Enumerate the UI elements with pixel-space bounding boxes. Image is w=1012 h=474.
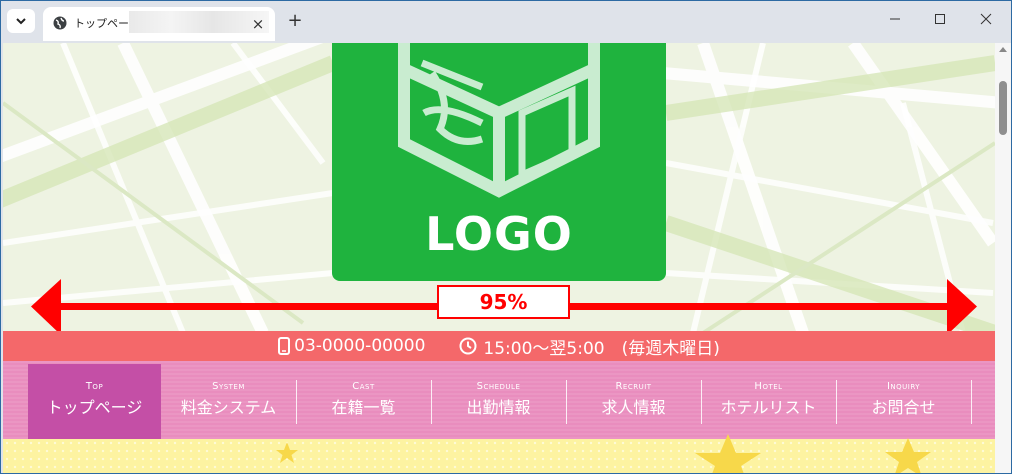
star-icon [695, 434, 761, 473]
star-icon [276, 442, 298, 463]
scroll-thumb[interactable] [999, 81, 1007, 135]
maximize-icon [935, 14, 945, 24]
browser-tab[interactable]: トップページ | × [43, 7, 275, 41]
global-nav: Top トップページ System 料金システム Cast 在籍一覧 Sched… [3, 361, 995, 440]
box-logo-icon [398, 43, 600, 198]
clock-icon [459, 337, 477, 355]
nav-item-en-label: Schedule [476, 381, 521, 392]
star-icon [885, 438, 931, 473]
nav-item-top[interactable]: Top トップページ [28, 364, 161, 440]
vertical-scrollbar[interactable] [995, 43, 1011, 473]
nav-item-inquiry[interactable]: Inquiry お問合せ [837, 364, 970, 440]
nav-item-label: 在籍一覧 [331, 398, 396, 417]
minimize-button[interactable] [883, 11, 907, 31]
close-window-button[interactable] [974, 11, 998, 31]
nav-item-label: 求人情報 [601, 398, 666, 417]
nav-item-system[interactable]: System 料金システム [162, 364, 295, 440]
nav-divider [971, 380, 972, 424]
tab-close-button[interactable]: × [249, 15, 267, 33]
globe-icon [53, 16, 67, 30]
width-percentage-label: 95% [437, 285, 570, 319]
nav-item-en-label: Inquiry [886, 381, 921, 392]
blurred-tab-text [129, 11, 269, 33]
nav-item-label: ホテルリスト [720, 398, 817, 417]
browser-window: トップページ | × + LOGO 95% 03-0000-00000 15:0… [0, 0, 1012, 474]
phone-number[interactable]: 03-0000-00000 [294, 336, 425, 356]
nav-item-label: 出勤情報 [466, 398, 531, 417]
minimize-icon [890, 18, 900, 20]
nav-item-recruit[interactable]: Recruit 求人情報 [567, 364, 700, 440]
nav-item-en-label: Cast [352, 381, 375, 392]
nav-item-label: トップページ [46, 398, 143, 417]
nav-item-en-label: Hotel [754, 381, 783, 392]
nav-item-hotel[interactable]: Hotel ホテルリスト [702, 364, 835, 440]
contact-info-bar: 03-0000-00000 15:00～翌5:00 (毎週木曜日) [3, 331, 995, 361]
nav-item-en-label: Top [85, 381, 104, 392]
scroll-up-arrow-icon[interactable] [999, 47, 1007, 52]
new-tab-button[interactable]: + [285, 11, 305, 31]
page-viewport[interactable]: LOGO 95% 03-0000-00000 15:00～翌5:00 (毎週木曜… [3, 43, 995, 473]
nav-item-label: お問合せ [871, 398, 936, 417]
site-logo[interactable]: LOGO [332, 43, 666, 281]
close-icon [980, 13, 992, 25]
tab-search-button[interactable] [7, 9, 35, 33]
nav-item-en-label: Recruit [615, 381, 652, 392]
tab-strip: トップページ | × + [1, 1, 1011, 41]
logo-text: LOGO [425, 207, 573, 261]
nav-item-label: 料金システム [180, 398, 277, 417]
nav-item-en-label: System [212, 381, 245, 392]
business-hours: 15:00～翌5:00 (毎週木曜日) [483, 338, 720, 359]
nav-item-schedule[interactable]: Schedule 出勤情報 [432, 364, 565, 440]
nav-item-cast[interactable]: Cast 在籍一覧 [297, 364, 430, 440]
chevron-down-icon [16, 18, 26, 25]
phone-icon [278, 337, 291, 355]
star-pattern-band [3, 434, 995, 473]
maximize-button[interactable] [928, 11, 952, 31]
